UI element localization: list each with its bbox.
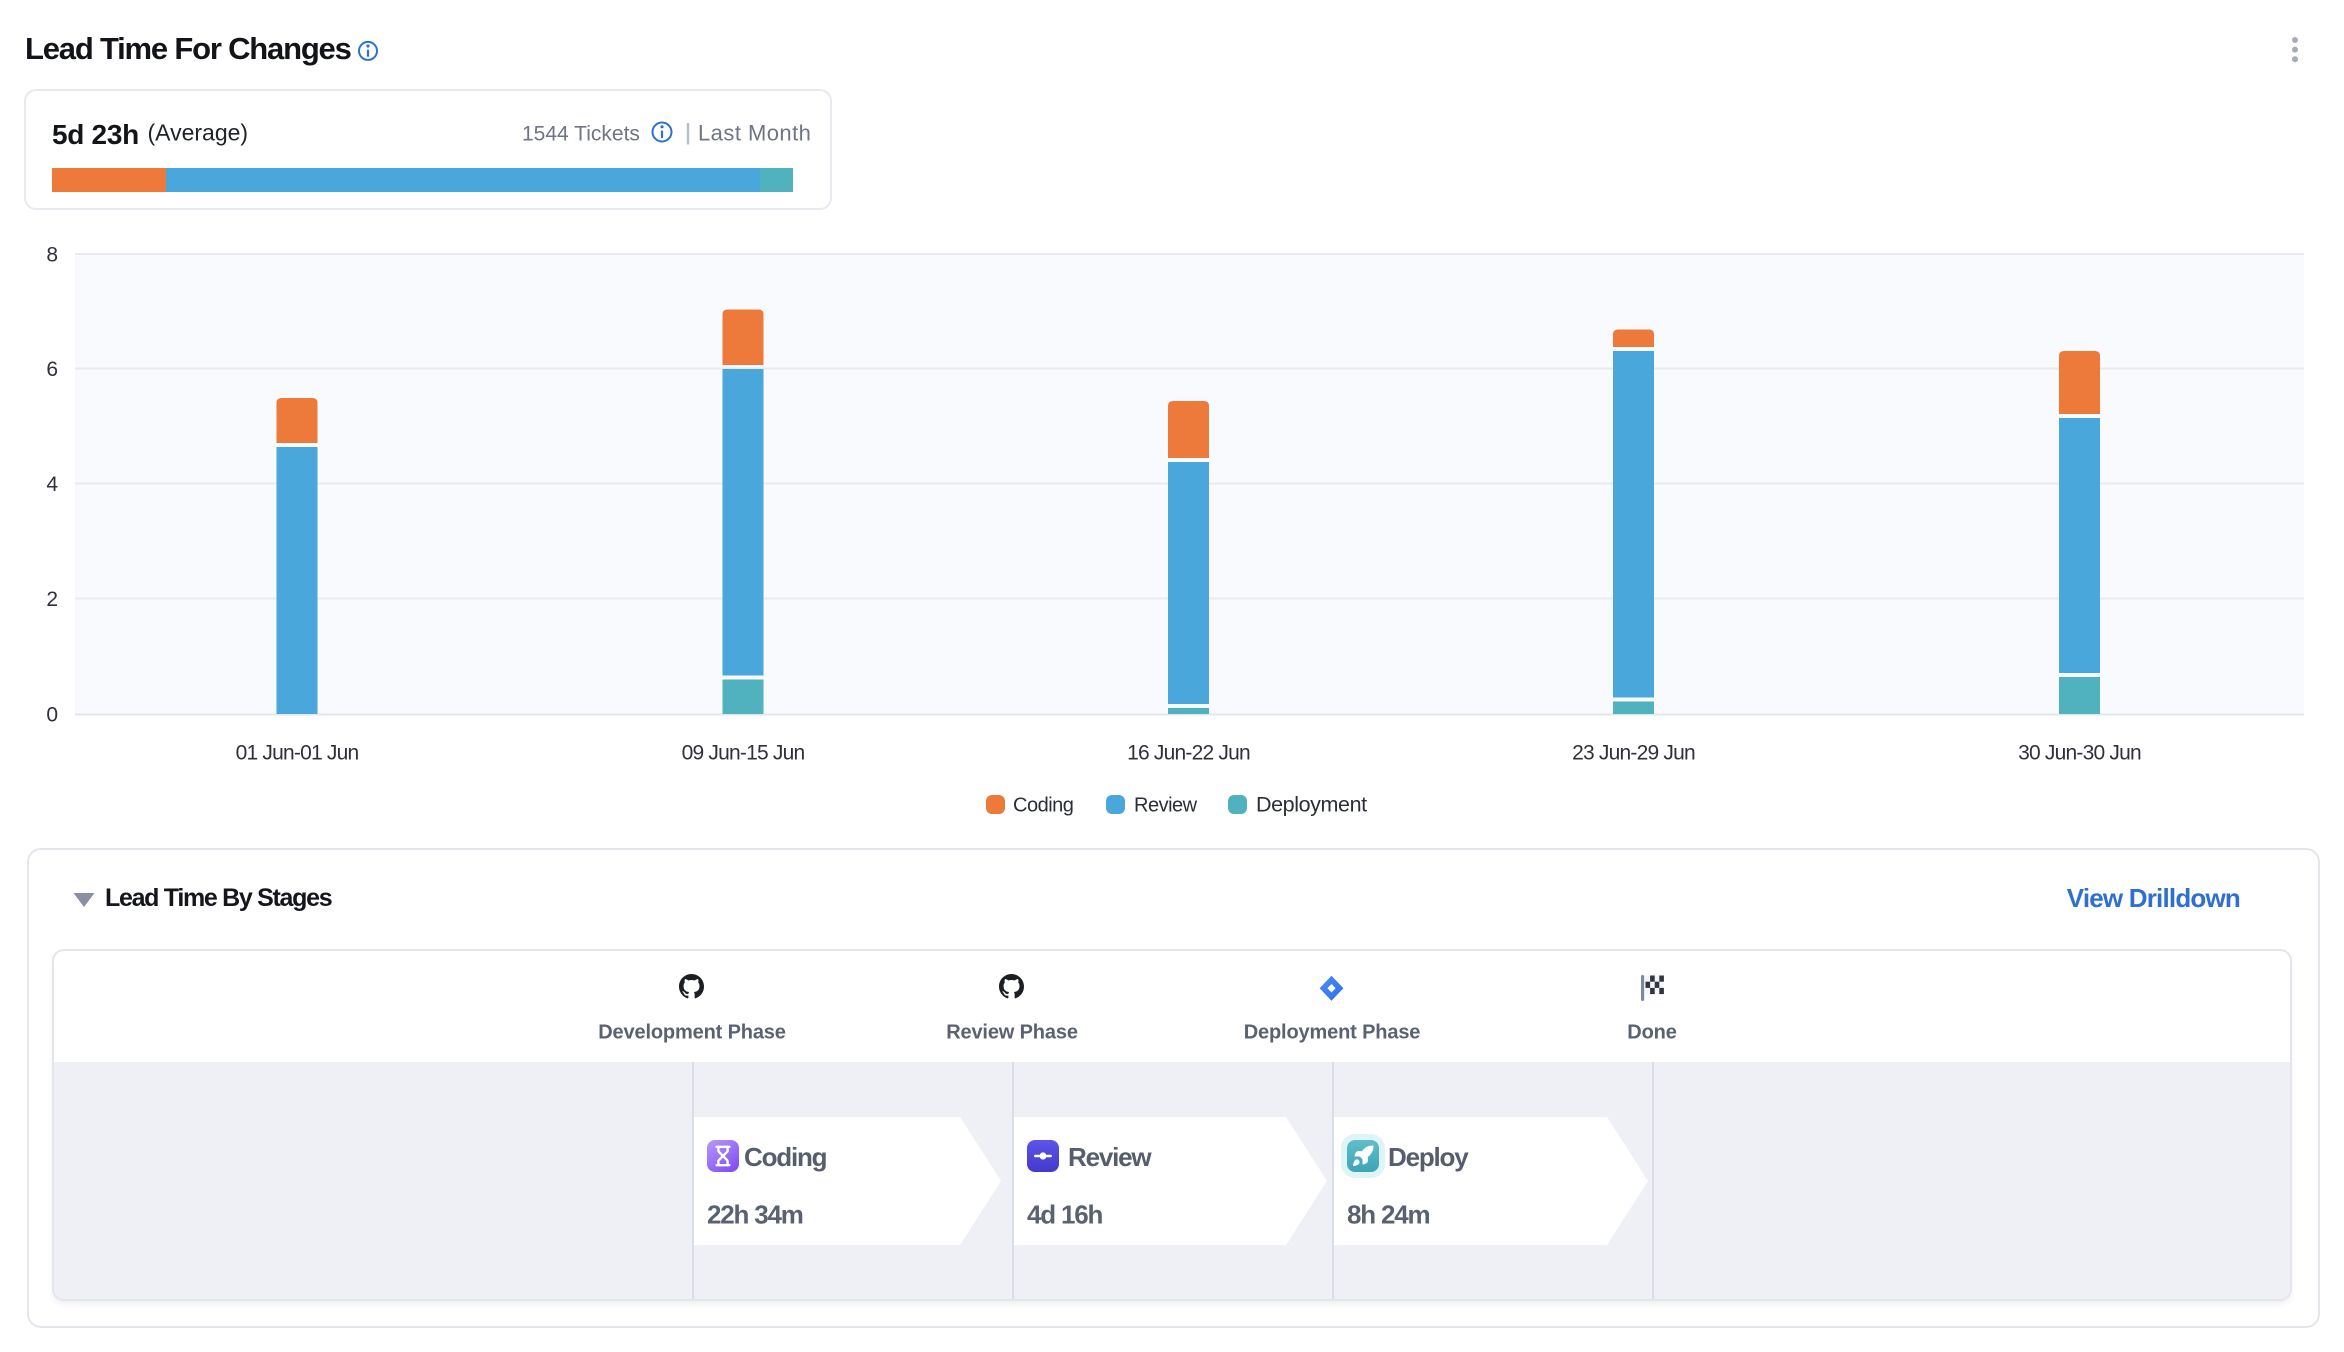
svg-text:16 Jun-22 Jun: 16 Jun-22 Jun	[1127, 742, 1250, 765]
svg-text:0: 0	[46, 704, 58, 727]
svg-text:4: 4	[46, 473, 58, 496]
svg-text:8: 8	[46, 244, 58, 267]
svg-text:23 Jun-29 Jun: 23 Jun-29 Jun	[1572, 742, 1695, 765]
svg-text:01 Jun-01 Jun: 01 Jun-01 Jun	[236, 742, 359, 765]
svg-text:6: 6	[46, 358, 58, 381]
svg-text:Coding: Coding	[1013, 795, 1073, 817]
svg-text:Lead Time For Changes: Lead Time For Changes	[25, 31, 351, 66]
svg-text:Review: Review	[1134, 795, 1198, 817]
svg-text:2: 2	[46, 588, 58, 611]
svg-text:Deployment: Deployment	[1256, 793, 1367, 817]
svg-text:30 Jun-30 Jun: 30 Jun-30 Jun	[2018, 742, 2141, 765]
svg-text:09 Jun-15 Jun: 09 Jun-15 Jun	[682, 742, 805, 765]
